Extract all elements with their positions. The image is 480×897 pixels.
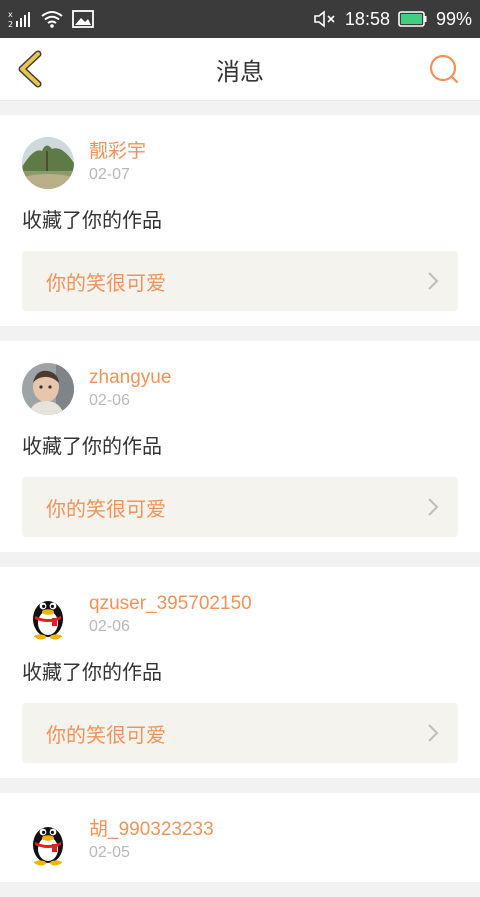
chevron-left-icon [18, 50, 42, 88]
app-header: 消息 [0, 38, 480, 101]
work-link[interactable]: 你的笑很可爱 [22, 251, 458, 311]
message-card[interactable]: 胡_990323233 02-05 [0, 793, 480, 882]
message-date: 02-07 [89, 166, 130, 183]
message-card[interactable]: zhangyue 02-06 收藏了你的作品 你的笑很可爱 [0, 341, 480, 552]
message-date: 02-06 [89, 618, 130, 635]
username[interactable]: 靓彩宇 [89, 140, 146, 164]
message-date: 02-05 [89, 844, 130, 861]
image-notification-icon [72, 9, 94, 29]
work-title: 你的笑很可爱 [46, 496, 166, 521]
back-button[interactable] [12, 50, 48, 88]
action-text: 收藏了你的作品 [22, 434, 162, 458]
message-card[interactable]: 靓彩宇 02-07 收藏了你的作品 你的笑很可爱 [0, 115, 480, 326]
svg-text:2: 2 [8, 20, 13, 29]
message-header: qzuser_395702150 02-06 [22, 589, 458, 641]
message-card[interactable]: qzuser_395702150 02-06 收藏了你的作品 你的笑很可爱 [0, 567, 480, 778]
user-meta: zhangyue 02-06 [89, 366, 171, 412]
action-text: 收藏了你的作品 [22, 660, 162, 684]
username[interactable]: 胡_990323233 [89, 818, 214, 842]
message-header: 靓彩宇 02-07 [22, 137, 458, 189]
message-date: 02-06 [89, 392, 130, 409]
qq-penguin-avatar[interactable] [22, 815, 74, 867]
work-title: 你的笑很可爱 [46, 722, 166, 747]
message-list: 靓彩宇 02-07 收藏了你的作品 你的笑很可爱 zhangyue 02-06 … [0, 115, 480, 897]
user-meta: 靓彩宇 02-07 [89, 140, 146, 186]
mute-icon [313, 9, 337, 29]
landscape-avatar[interactable] [22, 137, 74, 189]
message-header: zhangyue 02-06 [22, 363, 458, 415]
chevron-right-icon [428, 724, 439, 742]
chevron-right-icon [428, 498, 439, 516]
search-button[interactable] [426, 50, 462, 88]
work-title: 你的笑很可爱 [46, 270, 166, 295]
chevron-right-icon [428, 272, 439, 290]
baby-photo-avatar[interactable] [22, 363, 74, 415]
clock-text: 18:58 [344, 8, 390, 29]
svg-text:x: x [8, 10, 13, 19]
status-right: 18:58 99% [313, 9, 472, 30]
username[interactable]: qzuser_395702150 [89, 592, 252, 616]
user-meta: qzuser_395702150 02-06 [89, 592, 252, 638]
search-icon [429, 54, 459, 84]
user-meta: 胡_990323233 02-05 [89, 818, 214, 864]
action-text: 收藏了你的作品 [22, 208, 162, 232]
sim-signal-icon: x 2 [8, 9, 32, 29]
username[interactable]: zhangyue [89, 366, 171, 390]
work-link[interactable]: 你的笑很可爱 [22, 703, 458, 763]
work-link[interactable]: 你的笑很可爱 [22, 477, 458, 537]
battery-icon [398, 10, 428, 28]
battery-percent: 99% [435, 8, 472, 29]
qq-penguin-avatar[interactable] [22, 589, 74, 641]
wifi-icon [40, 9, 64, 29]
status-left: x 2 [8, 9, 94, 29]
message-header: 胡_990323233 02-05 [22, 815, 458, 867]
status-bar: x 2 18:58 99% [0, 0, 480, 38]
page-title: 消息 [216, 57, 264, 86]
